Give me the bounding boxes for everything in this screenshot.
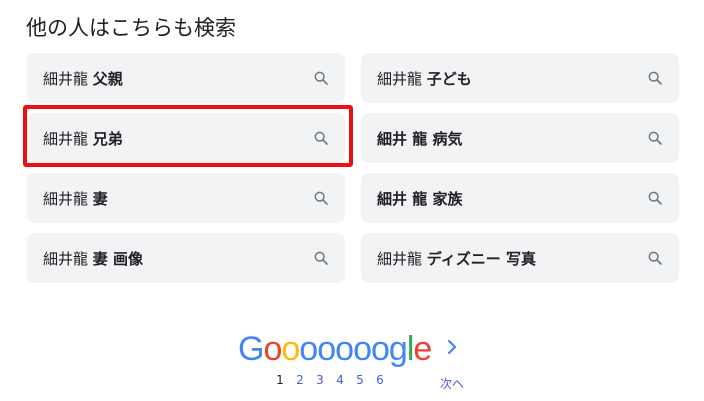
- page-link[interactable]: 3: [310, 373, 330, 387]
- chip-prefix: 細井龍: [43, 189, 89, 208]
- chip-prefix: 細井龍: [43, 129, 89, 148]
- logo-letter: o: [370, 330, 390, 368]
- logo-letter: o: [281, 330, 300, 368]
- logo-letter: o: [263, 330, 282, 368]
- related-search-chip[interactable]: 細井龍 父親: [27, 53, 345, 103]
- search-icon: [648, 251, 662, 265]
- next-page-link[interactable]: 次へ: [440, 375, 464, 392]
- related-search-chip[interactable]: 細井龍 妻 画像: [27, 233, 345, 283]
- logo-letter: o: [317, 330, 336, 368]
- search-icon: [648, 71, 662, 85]
- chip-term: 妻 画像: [92, 249, 144, 268]
- search-icon: [648, 191, 662, 205]
- logo-letter: o: [299, 330, 318, 368]
- related-search-chip[interactable]: 細井龍 ディズニー 写真: [361, 233, 679, 283]
- search-icon: [314, 251, 328, 265]
- chip-term: 細井 龍 病気: [377, 129, 463, 148]
- search-icon: [314, 71, 328, 85]
- related-search-chip[interactable]: 細井 龍 家族: [361, 173, 679, 223]
- search-icon: [314, 191, 328, 205]
- logo-letter: e: [413, 330, 432, 368]
- page-link[interactable]: 4: [330, 373, 350, 387]
- chip-prefix: 細井龍: [377, 249, 423, 268]
- related-search-chip[interactable]: 細井 龍 病気: [361, 113, 679, 163]
- related-search-chip[interactable]: 細井龍 妻: [27, 173, 345, 223]
- chip-term: 妻: [92, 189, 108, 208]
- search-icon: [648, 131, 662, 145]
- chip-prefix: 細井龍: [43, 69, 89, 88]
- related-searches: 細井龍 父親 細井龍 子ども 細井龍 兄弟 細井 龍 病気 細井龍 妻 細井 龍…: [0, 0, 704, 300]
- chip-prefix: 細井龍: [377, 69, 423, 88]
- chip-term: 細井 龍 家族: [377, 189, 463, 208]
- search-icon: [314, 131, 328, 145]
- chevron-right-icon[interactable]: [444, 338, 460, 356]
- page-current: 1: [276, 373, 284, 387]
- chip-term: ディズニー 写真: [426, 249, 536, 268]
- chip-term: 父親: [92, 69, 123, 88]
- related-search-chip[interactable]: 細井龍 兄弟: [27, 113, 345, 163]
- page-link[interactable]: 5: [350, 373, 370, 387]
- chip-term: 兄弟: [92, 129, 123, 148]
- page-numbers: 123456: [270, 373, 390, 387]
- google-pagination-logo: Gooooooogle: [238, 330, 432, 369]
- logo-letter: G: [238, 330, 264, 368]
- chip-prefix: 細井龍: [43, 249, 89, 268]
- logo-letter: o: [335, 330, 354, 368]
- chip-term: 子ども: [426, 69, 472, 88]
- logo-letter: o: [353, 330, 372, 368]
- page-link[interactable]: 6: [370, 373, 390, 387]
- logo-letter: g: [388, 330, 408, 368]
- related-search-chip[interactable]: 細井龍 子ども: [361, 53, 679, 103]
- page-link[interactable]: 2: [290, 373, 310, 387]
